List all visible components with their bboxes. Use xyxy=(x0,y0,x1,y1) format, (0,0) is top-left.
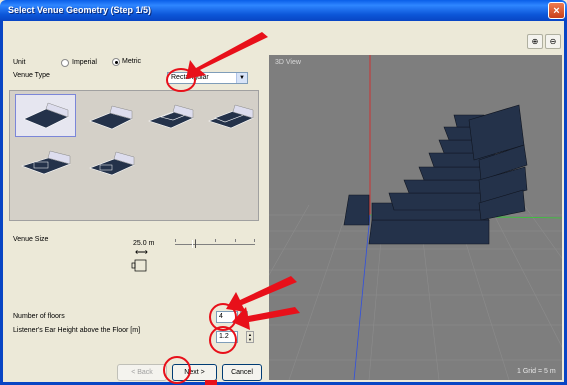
chevron-down-icon[interactable]: ▼ xyxy=(236,73,247,83)
slider-tick xyxy=(254,239,255,242)
venue-shape-4-icon xyxy=(208,104,254,129)
y-axis xyxy=(353,214,371,380)
venue-shape-4[interactable] xyxy=(203,99,259,137)
venue-footprint-icon xyxy=(130,258,149,272)
venue-shape-5-icon xyxy=(21,150,71,175)
zoom-in-icon: ⊕ xyxy=(531,37,539,46)
window-title: Select Venue Geometry (Step 1/5) xyxy=(8,5,152,15)
slider-tick xyxy=(215,239,216,242)
venue-shape-3[interactable] xyxy=(143,99,199,137)
venue-shape-2-icon xyxy=(89,105,133,130)
venue-shape-gallery xyxy=(9,90,259,221)
floors-label: Number of floors xyxy=(13,313,65,320)
back-button[interactable]: < Back xyxy=(117,364,167,381)
cancel-button[interactable]: Cancel xyxy=(222,364,262,381)
zoom-in-button[interactable]: ⊕ xyxy=(527,34,543,49)
venue-size-value: 25.0 m xyxy=(133,240,155,247)
venue-shape-5[interactable] xyxy=(18,146,74,184)
floors-input[interactable]: 4 xyxy=(216,311,238,323)
zoom-out-icon: ⊖ xyxy=(549,37,557,46)
venue-shape-2[interactable] xyxy=(82,99,138,137)
ear-height-spinner[interactable]: ▲ ▼ xyxy=(246,331,254,343)
next-button[interactable]: Next > xyxy=(172,364,217,381)
venue-shape-1[interactable] xyxy=(15,94,76,137)
venue-size-slider-track[interactable] xyxy=(175,244,255,245)
close-button[interactable]: × xyxy=(548,2,565,19)
unit-label: Unit xyxy=(13,59,26,66)
floors-spinner[interactable]: ▲ ▼ xyxy=(240,311,248,323)
venue-type-label: Venue Type xyxy=(13,72,50,79)
zoom-out-button[interactable]: ⊖ xyxy=(545,34,561,49)
view-label: 3D View xyxy=(275,59,301,66)
imperial-radio[interactable] xyxy=(61,59,69,67)
3d-view-panel[interactable]: 3D View 1 Grid = 5 m xyxy=(269,55,562,380)
venue-shape-6[interactable] xyxy=(84,146,140,184)
ear-height-input[interactable]: 1.2 xyxy=(216,331,238,343)
ear-height-label: Listener's Ear Height above the Floor [m… xyxy=(13,327,141,334)
metric-radio[interactable] xyxy=(112,58,120,66)
venue-shape-3-icon xyxy=(148,104,194,129)
slider-tick xyxy=(235,239,236,242)
grid-scale-note: 1 Grid = 5 m xyxy=(517,368,556,375)
venue-shape-1-icon xyxy=(23,102,69,129)
slider-tick xyxy=(175,239,176,242)
imperial-label[interactable]: Imperial xyxy=(72,59,97,66)
venue-model xyxy=(343,104,528,245)
venue-type-select[interactable]: Rectangular ▼ xyxy=(167,72,248,84)
close-icon: × xyxy=(553,4,560,17)
venue-type-value: Rectangular xyxy=(171,74,209,81)
title-bar[interactable]: Select Venue Geometry (Step 1/5) × xyxy=(0,0,567,21)
venue-size-label: Venue Size xyxy=(13,236,49,243)
venue-3d-render xyxy=(269,55,562,380)
venue-shape-6-icon xyxy=(89,151,135,176)
venue-size-slider-thumb[interactable] xyxy=(192,240,196,248)
width-arrow-icon: ⟷ xyxy=(135,247,148,257)
metric-label[interactable]: Metric xyxy=(122,58,141,65)
